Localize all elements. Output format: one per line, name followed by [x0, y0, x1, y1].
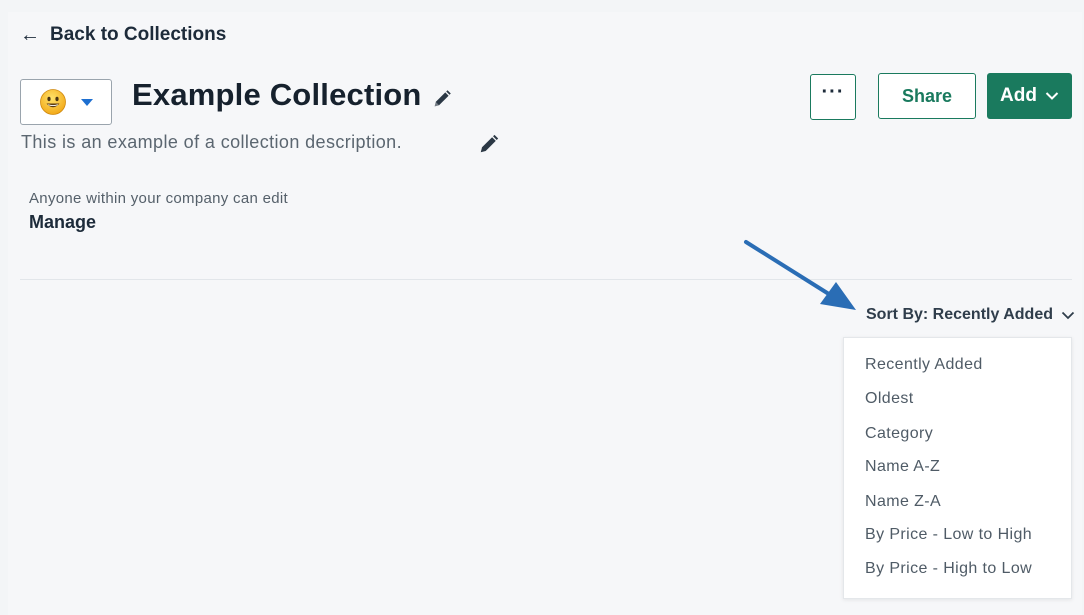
sort-options-menu: Recently Added Oldest Category Name A-Z …	[843, 337, 1072, 599]
caret-down-icon	[81, 98, 93, 106]
arrow-left-icon: ←	[20, 24, 40, 46]
emoji-picker-button[interactable]	[20, 79, 112, 125]
sort-by-label: Sort By: Recently Added	[866, 306, 1053, 323]
sort-option-price-high-low[interactable]: By Price - High to Low	[865, 560, 1032, 578]
manage-link[interactable]: Manage	[29, 212, 96, 233]
smiley-face-icon	[40, 89, 66, 115]
sort-by-dropdown[interactable]: Sort By: Recently Added	[866, 306, 1075, 324]
share-button-label: Share	[901, 85, 953, 106]
chevron-down-icon	[1061, 311, 1075, 319]
edit-title-pencil-icon[interactable]	[431, 88, 453, 110]
edit-description-pencil-icon[interactable]	[478, 133, 500, 155]
share-button[interactable]: Share	[878, 73, 976, 119]
back-to-collections-link[interactable]: ← Back to Collections	[20, 24, 226, 46]
sort-option-price-low-high[interactable]: By Price - Low to High	[865, 526, 1032, 544]
sort-option-name-a-z[interactable]: Name A-Z	[865, 458, 940, 476]
annotation-arrow	[744, 240, 856, 310]
chevron-down-icon	[1045, 92, 1059, 100]
collection-title: Example Collection	[132, 77, 422, 112]
ellipsis-icon: ···	[821, 80, 845, 103]
collection-description: This is an example of a collection descr…	[21, 132, 402, 152]
sort-option-category[interactable]: Category	[865, 425, 933, 443]
permission-text: Anyone within your company can edit	[29, 190, 288, 207]
sort-option-name-z-a[interactable]: Name Z-A	[865, 493, 941, 511]
back-link-label: Back to Collections	[50, 24, 227, 45]
add-button-label: Add	[1000, 85, 1037, 106]
add-button[interactable]: Add	[987, 73, 1072, 119]
sort-option-recently-added[interactable]: Recently Added	[865, 356, 983, 374]
sort-option-oldest[interactable]: Oldest	[865, 390, 914, 408]
section-divider	[20, 279, 1072, 280]
more-options-button[interactable]: ···	[810, 74, 856, 120]
